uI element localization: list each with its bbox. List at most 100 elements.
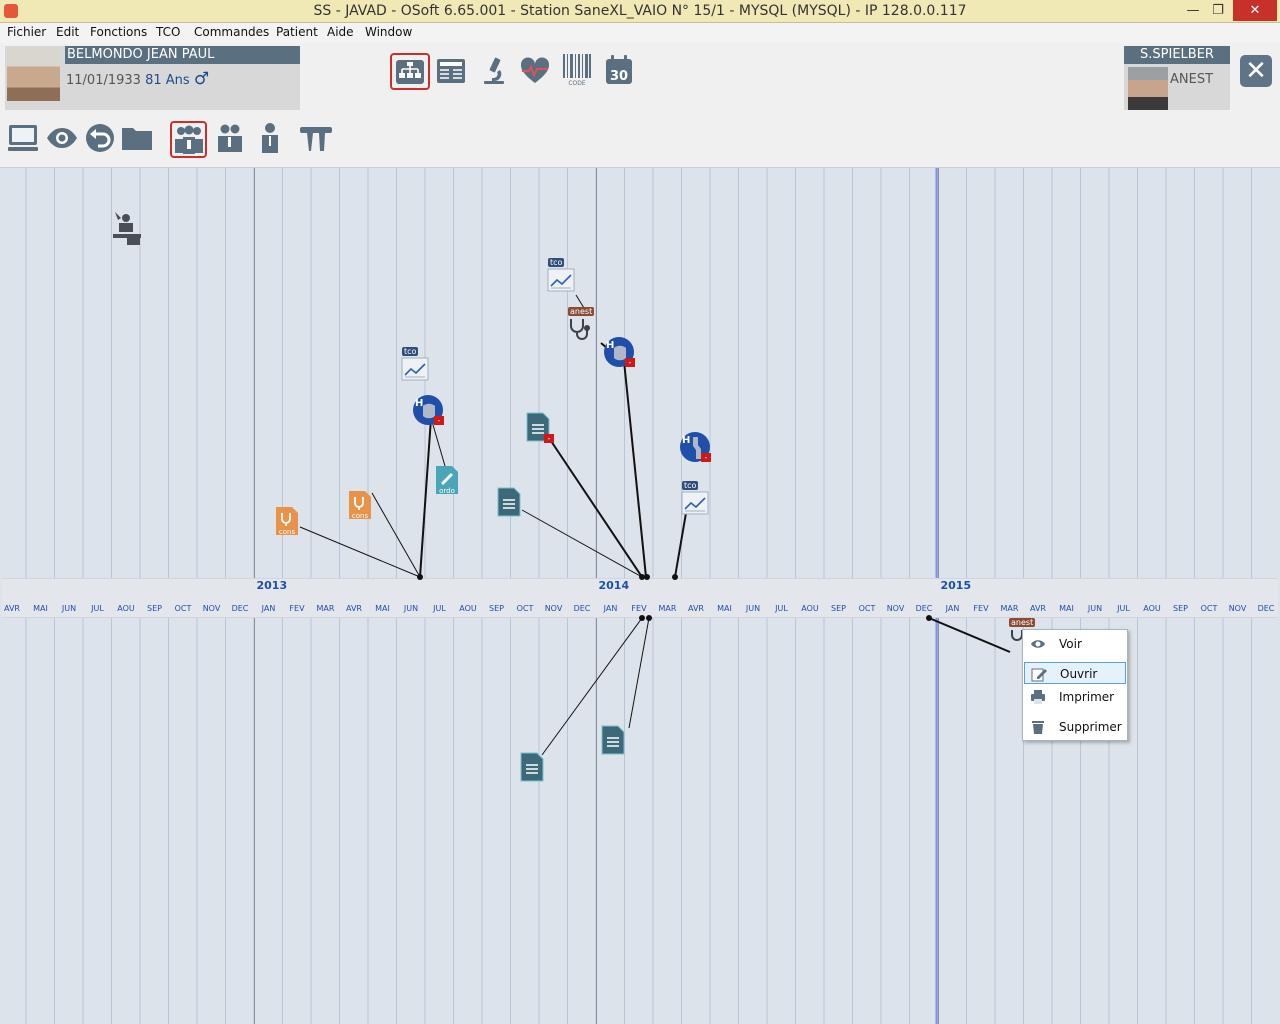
month-label: AOU	[459, 604, 477, 613]
context-menu: Voir Ouvrir Imprimer Supprimer	[1022, 629, 1128, 741]
microscope-icon	[484, 57, 504, 84]
document-event[interactable]	[496, 486, 522, 522]
user-role: ANEST	[1170, 72, 1214, 87]
month-label: FEV	[973, 604, 989, 613]
menu-window[interactable]: Window	[365, 25, 412, 39]
tco-badge: tco	[682, 481, 699, 490]
month-label: SEP	[489, 604, 504, 613]
context-menu-imprimer[interactable]: Imprimer	[1024, 686, 1126, 708]
month-label: MAI	[1059, 604, 1074, 613]
hospital-event[interactable]: H-	[679, 431, 713, 469]
ordo-event[interactable]: ordo	[434, 464, 460, 500]
month-label: JUL	[432, 604, 446, 613]
menu-edit[interactable]: Edit	[56, 25, 79, 39]
month-label: NOV	[203, 604, 221, 613]
context-menu-supprimer[interactable]: Supprimer	[1024, 716, 1126, 738]
timeline-events: 2013 2014 2015 AVR MAI JUN JUL AOU SEP OCT NOV DEC J…	[4, 294, 1275, 756]
hospital-intestine-icon: H-	[604, 337, 635, 367]
maximize-button[interactable]: ❐	[1203, 0, 1233, 21]
month-label: AOU	[801, 604, 819, 613]
cons-event[interactable]: cons	[347, 489, 373, 525]
event-connector	[521, 509, 643, 578]
month-label: JUN	[403, 604, 418, 613]
view-button[interactable]	[44, 120, 80, 156]
surgery-event[interactable]	[110, 210, 144, 250]
pair-button[interactable]	[212, 120, 248, 156]
back-button[interactable]	[82, 120, 118, 156]
event-connector	[548, 437, 643, 578]
cons-label: cons	[279, 528, 296, 536]
month-label: JUN	[61, 604, 76, 613]
anest-badge: anest	[568, 307, 595, 316]
minus-badge: -	[438, 416, 441, 425]
menu-commandes[interactable]: Commandes	[194, 25, 269, 39]
document-event[interactable]: -	[525, 411, 555, 449]
year-label: 2013	[257, 579, 288, 592]
month-label: MAR	[1001, 604, 1019, 613]
menu-fichier[interactable]: Fichier	[7, 25, 46, 39]
record-list-button[interactable]	[433, 53, 469, 89]
year-label: 2015	[941, 579, 972, 592]
patient-info: 11/01/1933 81 Ans ♂	[66, 69, 209, 89]
minus-badge: -	[629, 358, 632, 367]
event-connector	[628, 617, 650, 729]
barcode-button[interactable]: CODE	[559, 51, 595, 89]
cons-event[interactable]: cons	[274, 505, 300, 541]
calendar-button[interactable]: 30	[601, 52, 637, 88]
user-card[interactable]: S.SPIELBER ANEST	[1124, 46, 1230, 110]
hospital-letter: H	[682, 435, 690, 446]
tco-event[interactable]: tco	[681, 481, 709, 515]
anest-event[interactable]: anest	[566, 307, 596, 343]
tools-button[interactable]	[298, 120, 334, 156]
lab-button[interactable]	[476, 53, 512, 89]
month-label: MAI	[33, 604, 48, 613]
month-label: DEC	[232, 604, 249, 613]
context-menu-voir[interactable]: Voir	[1024, 633, 1126, 655]
group-button[interactable]	[170, 121, 207, 158]
window-close-button[interactable]: ✕	[1233, 0, 1277, 21]
consultation-icon: cons	[276, 507, 298, 536]
month-label: AOU	[117, 604, 135, 613]
event-connector	[419, 417, 432, 578]
document-event[interactable]	[519, 751, 545, 787]
org-chart-icon	[396, 59, 424, 84]
month-label: FEV	[631, 604, 647, 613]
month-label: OCT	[517, 604, 534, 613]
patient-birthdate: 11/01/1933	[66, 73, 141, 88]
hospital-event[interactable]: H-	[412, 394, 446, 432]
month-label: SEP	[831, 604, 846, 613]
context-menu-label: Voir	[1059, 637, 1082, 651]
patient-photo	[7, 48, 60, 101]
monitor-button[interactable]	[5, 120, 41, 156]
document-event[interactable]	[600, 724, 626, 760]
structure-view-button[interactable]	[390, 53, 430, 90]
month-label: MAI	[717, 604, 732, 613]
context-menu-label: Imprimer	[1059, 690, 1115, 704]
month-label: OCT	[1201, 604, 1218, 613]
close-patient-icon[interactable]: ✕	[1240, 55, 1272, 87]
month-label: FEV	[289, 604, 305, 613]
menu-tco[interactable]: TCO	[156, 25, 180, 39]
document-icon	[497, 487, 521, 517]
menu-patient[interactable]: Patient	[276, 25, 318, 39]
document-icon	[601, 725, 625, 755]
menu-bar: Fichier Edit Fonctions TCO Commandes Pat…	[0, 23, 1280, 43]
tco-event[interactable]: tco	[401, 347, 429, 381]
menu-fonctions[interactable]: Fonctions	[90, 25, 147, 39]
monitor-icon	[8, 125, 38, 151]
hospital-event[interactable]: H-	[603, 336, 637, 374]
timeline-canvas[interactable]: 2013 2014 2015 AVR MAI JUN JUL AOU SEP OCT NOV DEC J…	[2, 168, 1278, 1024]
month-label: JAN	[945, 604, 960, 613]
document-icon	[520, 752, 544, 782]
context-menu-ouvrir[interactable]: Ouvrir	[1024, 662, 1126, 684]
event-anchor	[644, 574, 650, 580]
tco-event[interactable]: tco	[547, 258, 575, 292]
patient-card[interactable]: BELMONDO JEAN PAUL 11/01/1933 81 Ans ♂	[5, 46, 300, 110]
menu-aide[interactable]: Aide	[327, 25, 354, 39]
person-button[interactable]	[252, 120, 288, 156]
window-title: SS - JAVAD - OSoft 6.65.001 - Station Sa…	[313, 3, 967, 19]
cardio-button[interactable]	[517, 53, 553, 89]
barcode-icon: CODE	[563, 54, 591, 87]
folder-button[interactable]	[119, 120, 155, 156]
chart-icon	[681, 491, 709, 515]
